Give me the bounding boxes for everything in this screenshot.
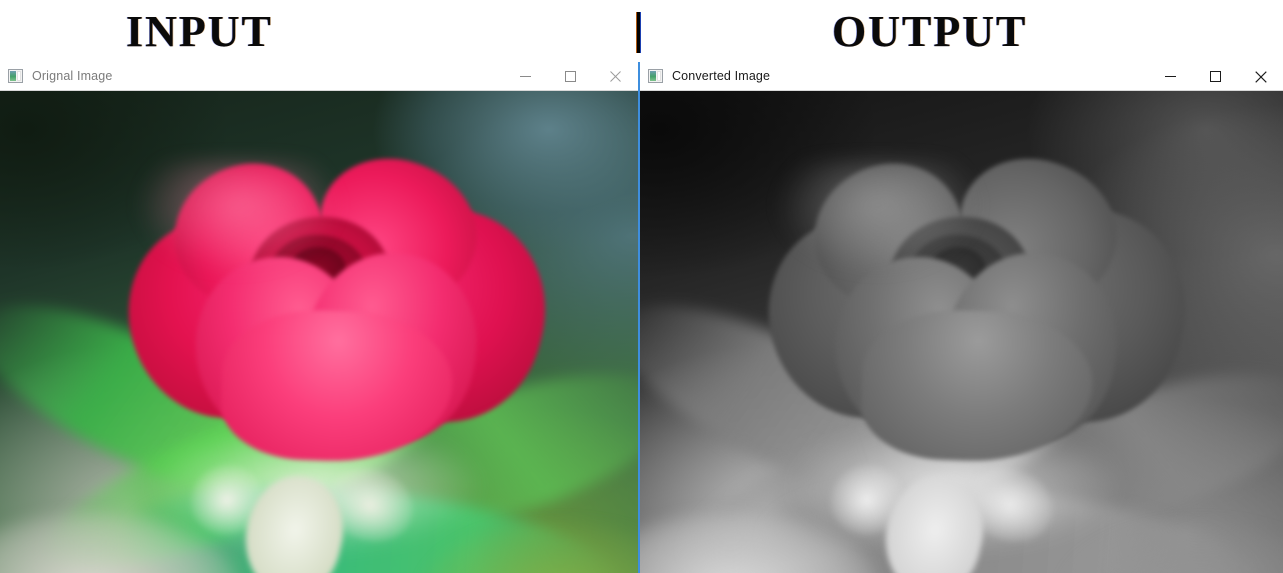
close-icon (1254, 70, 1267, 83)
titlebar-original[interactable]: Orignal Image (0, 62, 638, 91)
photo-original-rose (0, 91, 638, 573)
minimize-icon (1165, 76, 1176, 77)
photo-converted-rose (640, 91, 1283, 573)
screenshot-root: INPUT OUTPUT Orignal Image Converted Ima… (0, 0, 1283, 573)
window-original-image[interactable]: Orignal Image (0, 62, 638, 573)
maximize-button-converted[interactable] (1193, 62, 1238, 91)
petal-highlight (778, 161, 978, 271)
petal-highlight (138, 161, 338, 271)
close-icon (610, 71, 621, 82)
rose-bloom (745, 135, 1207, 465)
window-title-original: Orignal Image (32, 69, 113, 83)
image-thumbnail-icon (648, 69, 663, 83)
titlebar-converted[interactable]: Converted Image (640, 62, 1283, 91)
maximize-icon (1210, 71, 1221, 82)
window-controls-converted (1148, 62, 1283, 91)
close-button-original[interactable] (593, 62, 638, 91)
window-converted-image[interactable]: Converted Image (640, 62, 1283, 573)
input-annotation-label: INPUT (126, 7, 273, 56)
rose-bloom (105, 135, 567, 465)
window-title-converted: Converted Image (672, 69, 771, 83)
minimize-button-original[interactable] (503, 62, 548, 91)
maximize-button-original[interactable] (548, 62, 593, 91)
annotation-band: INPUT OUTPUT (0, 0, 1283, 62)
output-annotation-label: OUTPUT (832, 7, 1028, 56)
window-divider (638, 62, 640, 573)
minimize-icon (520, 76, 531, 77)
maximize-icon (565, 71, 576, 82)
minimize-button-converted[interactable] (1148, 62, 1193, 91)
text-caret-icon (636, 12, 641, 53)
window-controls-original (503, 62, 638, 91)
close-button-converted[interactable] (1238, 62, 1283, 91)
image-thumbnail-icon (8, 69, 23, 83)
